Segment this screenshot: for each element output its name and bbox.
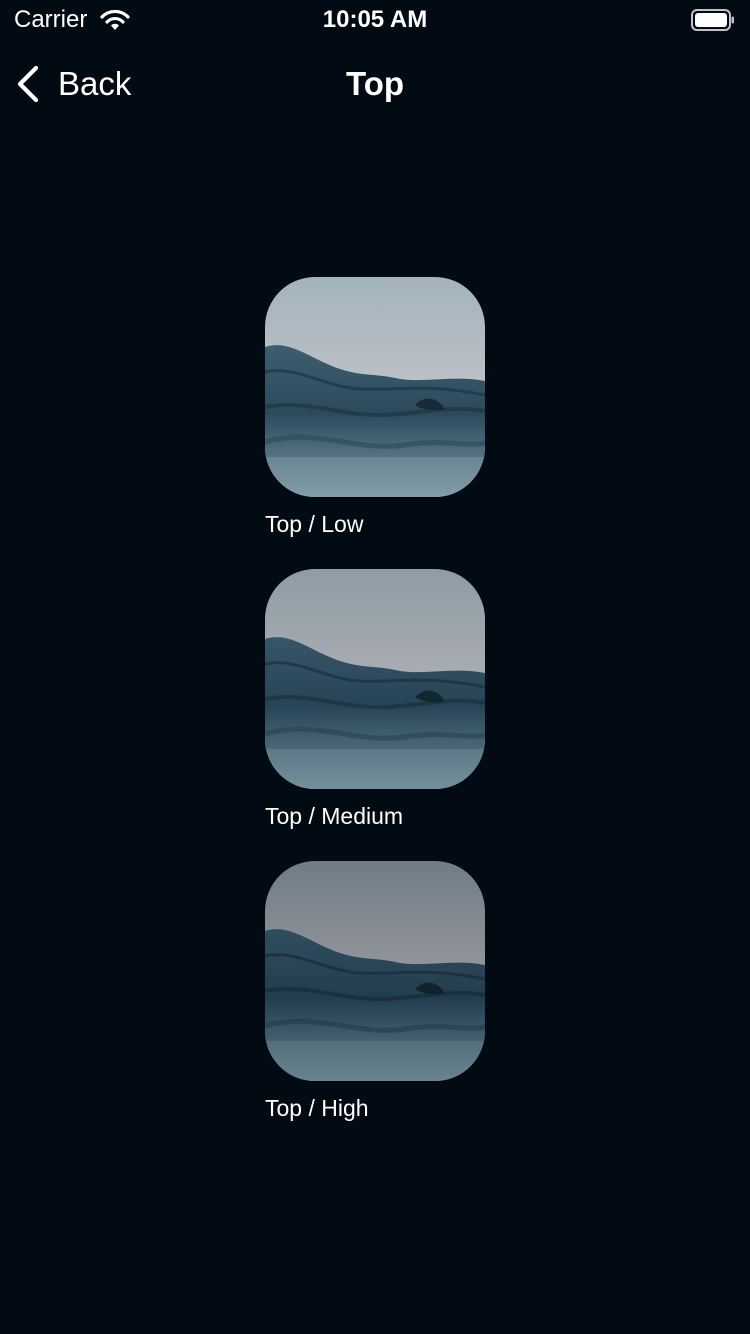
ocean-wave-image (265, 277, 485, 497)
image-caption: Top / Medium (265, 803, 404, 829)
battery-icon (691, 9, 735, 31)
gallery-item: Top / Low (265, 277, 565, 538)
image-caption: Top / Low (265, 511, 364, 537)
gallery-item: Top / High (265, 861, 565, 1122)
ocean-wave-image (265, 569, 485, 789)
status-bar: Carrier 10:05 AM (0, 0, 750, 40)
status-time: 10:05 AM (322, 6, 428, 33)
navigation-bar: Back Top (0, 50, 750, 118)
page-title: Top (345, 65, 405, 102)
gallery-item: Top / Medium (265, 569, 565, 830)
image-caption: Top / High (265, 1095, 369, 1121)
ocean-wave-image (265, 861, 485, 1081)
